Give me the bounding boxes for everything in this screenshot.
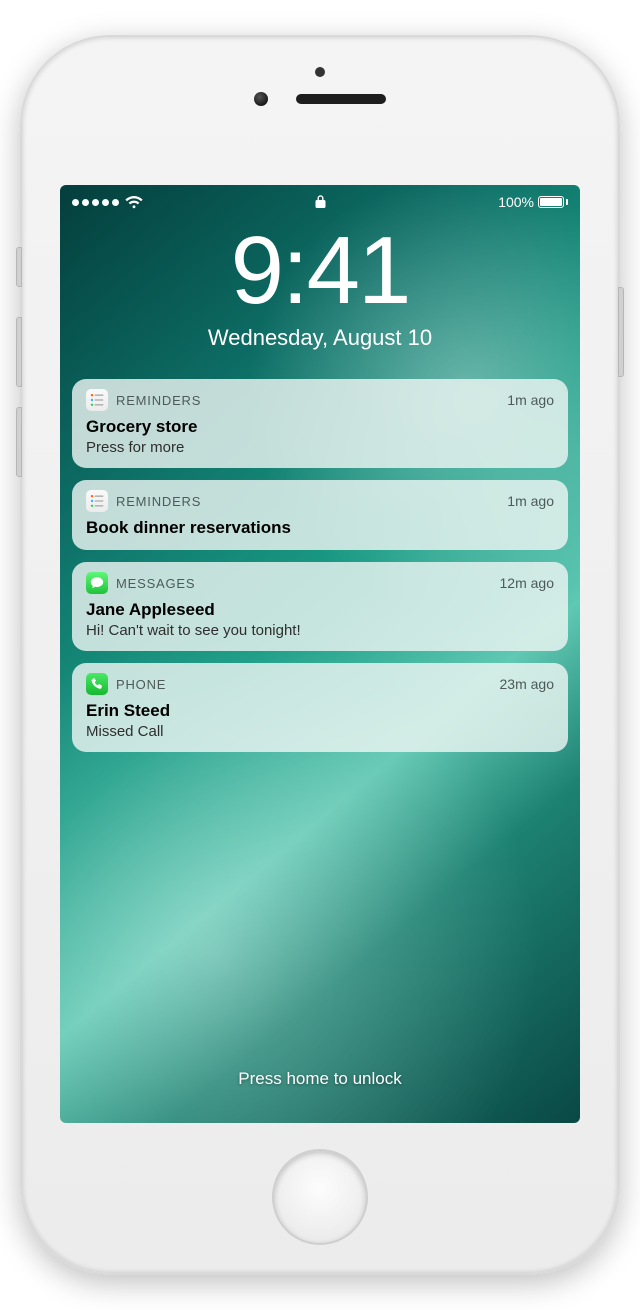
phone-icon: [86, 673, 108, 695]
notification-app-name: REMINDERS: [116, 494, 201, 509]
unlock-hint: Press home to unlock: [60, 1069, 580, 1089]
volume-up-button[interactable]: [16, 317, 22, 387]
iphone-device-frame: 100% 9:41 Wednesday, August 10 REMINDERS…: [20, 35, 620, 1275]
power-button[interactable]: [618, 287, 624, 377]
status-left: [72, 196, 143, 209]
notification-app-name: REMINDERS: [116, 393, 201, 408]
earpiece-speaker: [296, 94, 386, 104]
notification-body: Missed Call: [86, 723, 554, 740]
status-center: [143, 194, 498, 211]
lock-screen-time: 9:41: [60, 223, 580, 319]
notification-header: MESSAGES 12m ago: [86, 572, 554, 594]
clock-block: 9:41 Wednesday, August 10: [60, 223, 580, 351]
notification-timestamp: 1m ago: [507, 392, 554, 408]
notification-timestamp: 12m ago: [500, 575, 554, 591]
notification-title: Erin Steed: [86, 701, 554, 721]
volume-down-button[interactable]: [16, 407, 22, 477]
lock-screen-date: Wednesday, August 10: [60, 325, 580, 351]
notification-header: PHONE 23m ago: [86, 673, 554, 695]
earpiece-row: [22, 92, 618, 106]
notification-timestamp: 23m ago: [500, 676, 554, 692]
messages-icon: [86, 572, 108, 594]
home-button[interactable]: [272, 1149, 368, 1245]
notification-timestamp: 1m ago: [507, 493, 554, 509]
notification-app-name: MESSAGES: [116, 576, 195, 591]
notification-title: Book dinner reservations: [86, 518, 554, 538]
notification-card[interactable]: REMINDERS 1m ago Grocery store Press for mo…: [72, 379, 568, 468]
reminders-icon: [86, 389, 108, 411]
proximity-sensor: [315, 67, 325, 77]
notification-card[interactable]: PHONE 23m ago Erin Steed Missed Call: [72, 663, 568, 752]
notification-app-name: PHONE: [116, 677, 166, 692]
notification-header: REMINDERS 1m ago: [86, 490, 554, 512]
notification-body: Press for more: [86, 439, 554, 456]
notification-body: Hi! Can't wait to see you tonight!: [86, 622, 554, 639]
notification-title: Grocery store: [86, 417, 554, 437]
lock-icon: [315, 194, 326, 211]
notifications-list[interactable]: REMINDERS 1m ago Grocery store Press for mo…: [60, 379, 580, 752]
reminders-icon: [86, 490, 108, 512]
notification-title: Jane Appleseed: [86, 600, 554, 620]
notification-card[interactable]: MESSAGES 12m ago Jane Appleseed Hi! Can't w…: [72, 562, 568, 651]
wifi-icon: [125, 196, 143, 209]
signal-strength-icon: [72, 199, 119, 206]
front-camera: [254, 92, 268, 106]
notification-header: REMINDERS 1m ago: [86, 389, 554, 411]
lock-screen[interactable]: 100% 9:41 Wednesday, August 10 REMINDERS…: [60, 185, 580, 1123]
status-right: 100%: [498, 194, 568, 210]
battery-icon: [538, 196, 568, 208]
status-bar: 100%: [60, 185, 580, 219]
notification-card[interactable]: REMINDERS 1m ago Book dinner reservations: [72, 480, 568, 550]
battery-percentage: 100%: [498, 194, 534, 210]
mute-switch[interactable]: [16, 247, 22, 287]
